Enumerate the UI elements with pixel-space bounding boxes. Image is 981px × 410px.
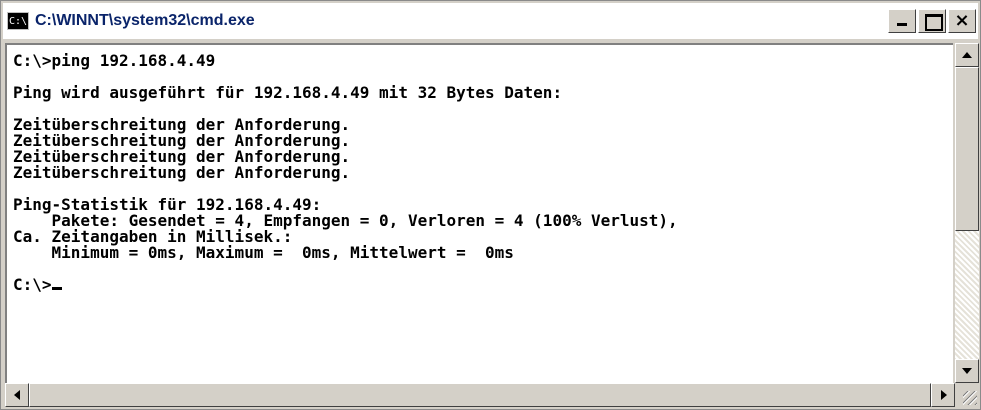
scroll-left-button[interactable]: [5, 383, 29, 407]
vertical-scroll-thumb[interactable]: [955, 67, 979, 231]
arrow-up-icon: [962, 52, 972, 58]
console-line: Minimum = 0ms, Maximum = 0ms, Mittelwert…: [13, 243, 514, 262]
prompt: C:\>: [13, 275, 52, 294]
title-bar[interactable]: C:\ C:\WINNT\system32\cmd.exe ×: [3, 3, 978, 39]
console-output[interactable]: C:\>ping 192.168.4.49 Ping wird ausgefüh…: [5, 43, 953, 383]
console-line: Ping wird ausgeführt für 192.168.4.49 mi…: [13, 83, 563, 102]
window-controls: ×: [888, 9, 976, 33]
text-cursor: [51, 287, 62, 290]
scroll-right-button[interactable]: [931, 383, 955, 407]
horizontal-scrollbar[interactable]: [5, 383, 955, 407]
prompt-line: C:\>: [13, 277, 953, 293]
cmd-icon[interactable]: C:\: [7, 12, 29, 30]
scroll-down-button[interactable]: [955, 359, 979, 383]
close-button[interactable]: ×: [948, 9, 976, 33]
arrow-right-icon: [941, 390, 947, 400]
scroll-up-button[interactable]: [955, 43, 979, 67]
maximize-button[interactable]: [918, 9, 946, 33]
vertical-scrollbar[interactable]: [955, 43, 979, 383]
arrow-down-icon: [962, 368, 972, 374]
horizontal-scroll-thumb[interactable]: [29, 383, 931, 407]
console-line: Zeitüberschreitung der Anforderung.: [13, 163, 351, 182]
console-line: C:\>ping 192.168.4.49: [13, 51, 216, 70]
resize-grip-icon[interactable]: [955, 383, 979, 407]
minimize-button[interactable]: [888, 9, 916, 33]
cmd-window: C:\ C:\WINNT\system32\cmd.exe × C:\>ping…: [0, 0, 981, 410]
arrow-left-icon: [14, 390, 20, 400]
window-title: C:\WINNT\system32\cmd.exe: [35, 12, 255, 29]
